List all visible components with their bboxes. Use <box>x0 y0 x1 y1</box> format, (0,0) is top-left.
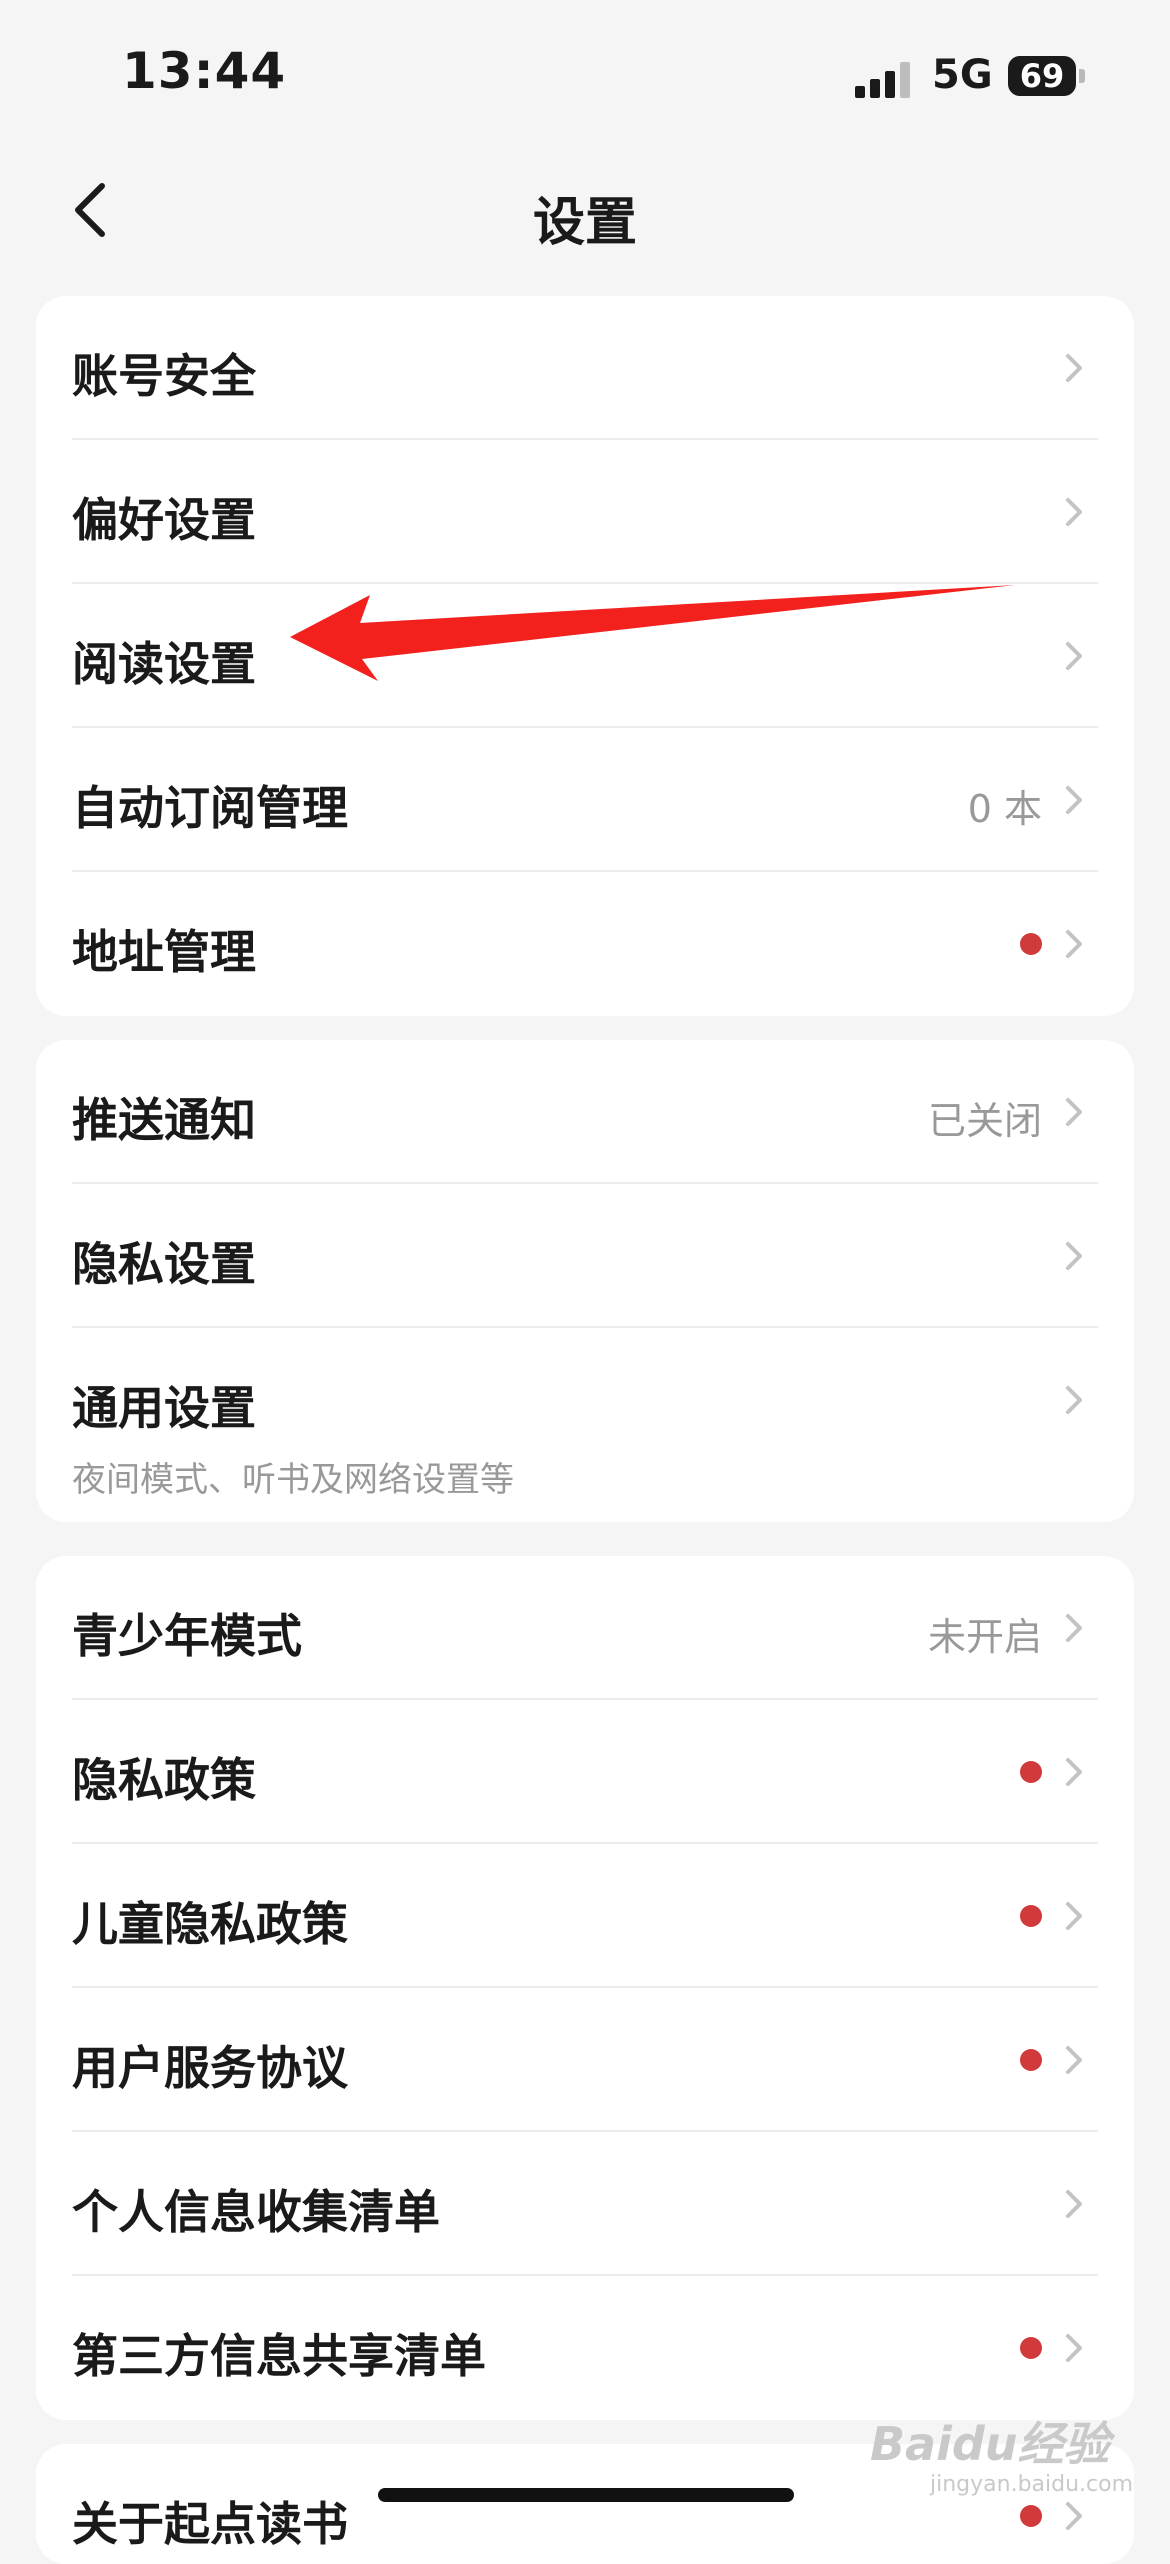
row-push-notifications[interactable]: 推送通知 已关闭 <box>36 1040 1134 1184</box>
battery-level: 69 <box>1019 57 1065 95</box>
row-auto-subscribe[interactable]: 自动订阅管理 0 本 <box>36 728 1134 872</box>
row-account-security[interactable]: 账号安全 <box>36 296 1134 440</box>
settings-group-3: 青少年模式 未开启 隐私政策 儿童隐私政策 用户服务协议 个人信息收集清单 第三… <box>36 1556 1134 2420</box>
row-label: 账号安全 <box>72 349 256 403</box>
row-label: 隐私设置 <box>72 1237 256 1291</box>
notification-dot <box>1020 2049 1042 2071</box>
row-label: 青少年模式 <box>72 1609 302 1663</box>
status-bar: 13:44 5G 69 <box>0 0 1170 150</box>
row-label: 隐私政策 <box>72 1753 256 1807</box>
chevron-right-icon <box>1066 2190 1082 2218</box>
row-label: 偏好设置 <box>72 493 256 547</box>
row-label: 个人信息收集清单 <box>72 2185 440 2239</box>
chevron-right-icon <box>1066 498 1082 526</box>
row-label: 关于起点读书 <box>72 2497 348 2551</box>
chevron-right-icon <box>1066 1242 1082 1270</box>
network-label: 5G <box>932 52 993 98</box>
row-value: 0 本 <box>967 787 1042 831</box>
row-value: 未开启 <box>927 1615 1042 1659</box>
chevron-right-icon <box>1066 1902 1082 1930</box>
row-general-settings[interactable]: 通用设置 夜间模式、听书及网络设置等 <box>36 1328 1134 1522</box>
row-label: 阅读设置 <box>72 637 256 691</box>
chevron-right-icon <box>1066 2046 1082 2074</box>
row-privacy-settings[interactable]: 隐私设置 <box>36 1184 1134 1328</box>
chevron-right-icon <box>1066 786 1082 814</box>
chevron-right-icon <box>1066 1386 1082 1414</box>
watermark-logo: Baidu经验 jingyan.baidu.com <box>870 2400 1160 2510</box>
row-preferences[interactable]: 偏好设置 <box>36 440 1134 584</box>
row-personal-info-list[interactable]: 个人信息收集清单 <box>36 2132 1134 2276</box>
row-label: 地址管理 <box>72 925 256 979</box>
chevron-right-icon <box>1066 1758 1082 1786</box>
watermark-subtext: jingyan.baidu.com <box>930 2472 1134 2497</box>
row-subtitle: 夜间模式、听书及网络设置等 <box>72 1460 514 1500</box>
row-privacy-policy[interactable]: 隐私政策 <box>36 1700 1134 1844</box>
page-title: 设置 <box>532 193 637 253</box>
nav-bar: 设置 <box>0 150 1170 270</box>
watermark-text: Baidu经验 <box>870 2417 1110 2471</box>
settings-group-2: 推送通知 已关闭 隐私设置 通用设置 夜间模式、听书及网络设置等 <box>36 1040 1134 1522</box>
chevron-right-icon <box>1066 642 1082 670</box>
row-label: 推送通知 <box>72 1093 256 1147</box>
row-third-party-sharing-list[interactable]: 第三方信息共享清单 <box>36 2276 1134 2420</box>
row-label: 通用设置 <box>72 1381 256 1435</box>
chevron-right-icon <box>1066 2334 1082 2362</box>
notification-dot <box>1020 933 1042 955</box>
notification-dot <box>1020 1905 1042 1927</box>
notification-dot <box>1020 1761 1042 1783</box>
annotation-arrow-icon <box>290 585 1015 681</box>
battery-icon: 69 <box>1008 56 1088 98</box>
row-teen-mode[interactable]: 青少年模式 未开启 <box>36 1556 1134 1700</box>
row-address[interactable]: 地址管理 <box>36 872 1134 1016</box>
row-label: 儿童隐私政策 <box>72 1897 348 1951</box>
chevron-right-icon <box>1066 1614 1082 1642</box>
chevron-right-icon <box>1066 354 1082 382</box>
chevron-right-icon <box>1066 1098 1082 1126</box>
status-time: 13:44 <box>122 42 287 100</box>
row-user-agreement[interactable]: 用户服务协议 <box>36 1988 1134 2132</box>
row-label: 第三方信息共享清单 <box>72 2329 486 2383</box>
chevron-right-icon <box>1066 930 1082 958</box>
row-value: 已关闭 <box>927 1099 1042 1143</box>
home-indicator[interactable] <box>378 2488 794 2502</box>
row-label: 用户服务协议 <box>72 2041 348 2095</box>
row-child-privacy-policy[interactable]: 儿童隐私政策 <box>36 1844 1134 1988</box>
notification-dot <box>1020 2337 1042 2359</box>
row-label: 自动订阅管理 <box>72 781 348 835</box>
signal-icon <box>855 62 910 98</box>
